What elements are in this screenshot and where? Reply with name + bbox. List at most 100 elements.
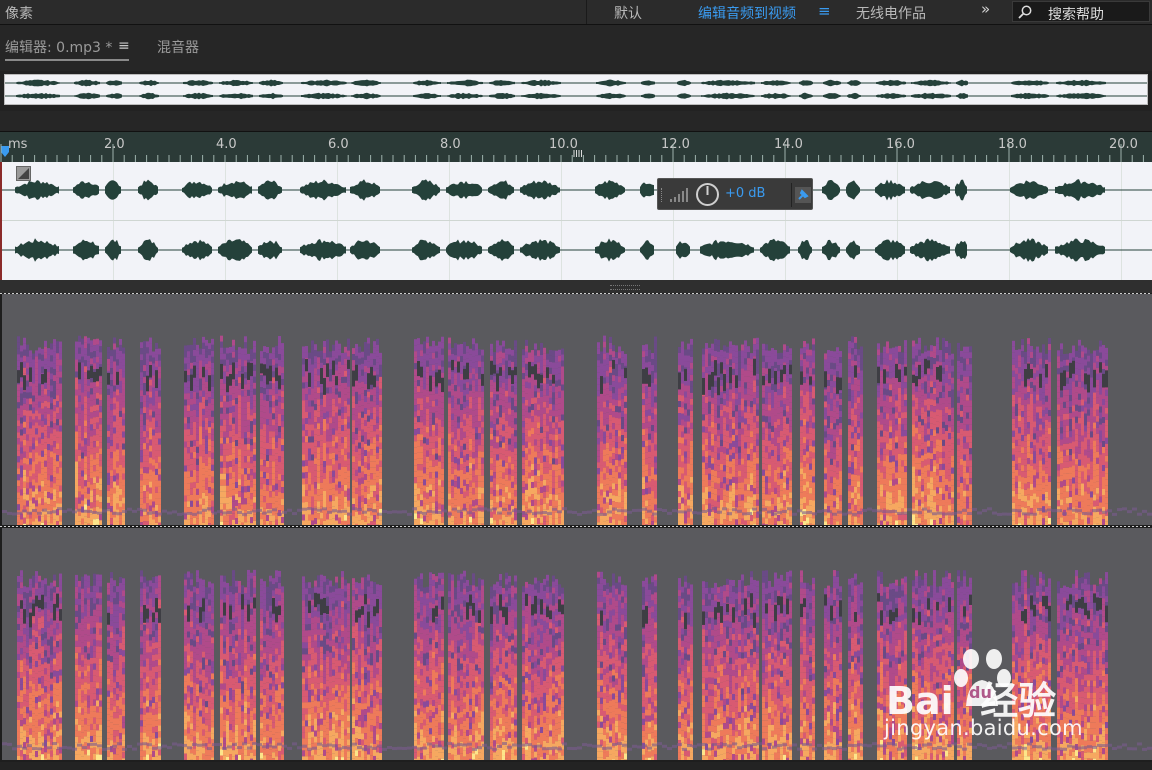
spectrogram-cell bbox=[220, 401, 223, 408]
spectrogram-cell bbox=[525, 393, 528, 400]
clip-indicator-icon[interactable] bbox=[16, 166, 31, 181]
spectrogram-cell bbox=[241, 468, 244, 475]
spectrogram-cell bbox=[478, 349, 481, 356]
spectrogram-cell bbox=[329, 453, 332, 460]
spectrogram-cell bbox=[438, 341, 441, 348]
spectrogram-cell bbox=[558, 349, 561, 356]
spectrogram-cell bbox=[540, 414, 543, 421]
spectrogram-cell bbox=[531, 518, 534, 525]
workspace-menu-icon[interactable]: ≡ bbox=[818, 2, 831, 20]
spectrogram-cell bbox=[140, 462, 143, 469]
spectrogram-cell bbox=[93, 465, 96, 472]
tab-menu-icon[interactable]: ≡ bbox=[118, 38, 130, 54]
spectrogram-cell bbox=[525, 483, 528, 490]
spectrogram-cell bbox=[323, 514, 326, 521]
spectrogram-cell bbox=[417, 446, 420, 453]
spectrogram-cell bbox=[438, 473, 441, 480]
spectrogram-cell bbox=[317, 441, 320, 448]
double-chevron-right-icon[interactable]: » bbox=[981, 0, 990, 18]
spectrogram-cell bbox=[475, 475, 478, 482]
spectrogram-cell bbox=[558, 481, 561, 488]
spectrogram-cell bbox=[429, 466, 432, 473]
spectrogram-cell bbox=[540, 450, 543, 457]
spectrogram-cell bbox=[140, 372, 143, 379]
spectrogram-cell bbox=[534, 421, 537, 428]
spectrogram-cell bbox=[379, 436, 382, 443]
spectrogram-cell bbox=[311, 442, 314, 449]
spectrogram-cell bbox=[59, 461, 62, 468]
search-help-input[interactable]: 搜索帮助 bbox=[1012, 1, 1150, 23]
spectrogram-cell bbox=[326, 513, 329, 520]
spectrogram-cell bbox=[260, 501, 263, 508]
spectrogram-cell bbox=[612, 351, 615, 358]
overview-waveform[interactable] bbox=[4, 74, 1148, 105]
gain-value[interactable]: +0 dB bbox=[725, 186, 765, 201]
tab-mixer[interactable]: 混音器 bbox=[157, 37, 199, 57]
spectrogram-cell bbox=[38, 437, 41, 444]
spectrogram-cell bbox=[423, 365, 426, 372]
spectrogram-cell bbox=[609, 456, 612, 463]
spectrogram-cell bbox=[624, 515, 627, 522]
spectrogram-cell bbox=[546, 383, 549, 390]
spectrogram-cell bbox=[81, 512, 84, 519]
resize-grip-icon[interactable] bbox=[610, 285, 640, 290]
spectrogram-cell bbox=[155, 480, 158, 487]
spectrogram-cell bbox=[226, 449, 229, 456]
power-icon[interactable] bbox=[695, 182, 720, 207]
spectrogram-cell bbox=[367, 391, 370, 398]
spectrogram-cell bbox=[260, 489, 263, 496]
spectrogram-cell bbox=[23, 481, 26, 488]
waveform-segment bbox=[520, 180, 560, 200]
workspace-default-tab[interactable]: 默认 bbox=[614, 3, 642, 23]
spectrogram-cell bbox=[543, 353, 546, 360]
overview-waveform-graphic bbox=[5, 79, 1147, 100]
spectrogram-cell bbox=[205, 477, 208, 484]
spectrogram-cell bbox=[481, 463, 484, 470]
workspace-radio-production-tab[interactable]: 无线电作品 bbox=[856, 3, 926, 23]
spectrogram-cell bbox=[414, 387, 417, 394]
spectrogram-cell bbox=[426, 438, 429, 445]
spectrogram-cell bbox=[272, 491, 275, 498]
spectrogram-cell bbox=[347, 344, 350, 351]
time-ruler[interactable]: ms 2.0 4.0 6.0 8.0 10.0 12.0 14.0 16.0 1… bbox=[0, 131, 1152, 163]
spectrogram-cell bbox=[435, 435, 438, 442]
spectrogram-cell bbox=[609, 354, 612, 361]
pin-icon[interactable] bbox=[795, 187, 811, 203]
spectrogram-cell bbox=[226, 347, 229, 354]
spectrogram-cell bbox=[323, 418, 326, 425]
spectrogram-cell bbox=[32, 389, 35, 396]
zoom-grip-icon[interactable] bbox=[573, 149, 583, 158]
spectrogram-cell bbox=[466, 424, 469, 431]
spectrogram-cell bbox=[367, 367, 370, 374]
hud-grip[interactable] bbox=[661, 188, 665, 202]
panel-resize-divider[interactable] bbox=[0, 280, 1152, 293]
waveform-display[interactable] bbox=[0, 162, 1152, 280]
spectrogram-cell bbox=[81, 386, 84, 393]
spectrogram-cell bbox=[241, 354, 244, 361]
spectrogram-cell bbox=[208, 355, 211, 362]
spectrogram-cell bbox=[17, 370, 20, 383]
gain-hud[interactable]: +0 dB bbox=[657, 178, 813, 210]
spectrogram-cell bbox=[528, 424, 531, 431]
spectrogram-cell bbox=[211, 428, 214, 435]
spectral-display-left-channel[interactable] bbox=[2, 294, 1152, 525]
workspace-edit-audio-to-video-tab[interactable]: 编辑音频到视频 bbox=[698, 3, 796, 23]
spectrogram-cell bbox=[220, 473, 223, 480]
spectrogram-cell bbox=[253, 400, 256, 407]
spectrogram-cell bbox=[190, 422, 193, 429]
tab-editor[interactable]: 编辑器: 0.mp3 * bbox=[5, 37, 112, 57]
spectrogram-cell bbox=[143, 371, 146, 378]
spectrogram-cell bbox=[247, 491, 250, 498]
spectrogram-cell bbox=[272, 365, 275, 372]
spectrogram-cell bbox=[78, 419, 81, 426]
spectrogram-cell bbox=[373, 515, 376, 522]
spectrogram-cell bbox=[364, 390, 367, 397]
spectrogram-cell bbox=[338, 367, 341, 374]
spectrogram-cell bbox=[302, 514, 305, 521]
spectrogram-cell bbox=[199, 360, 202, 367]
spectrogram-cell bbox=[35, 428, 38, 435]
spectrogram-cell bbox=[320, 404, 323, 411]
spectrogram-cell bbox=[87, 355, 90, 362]
spectrogram-cell bbox=[305, 454, 308, 461]
spectrogram-cell bbox=[26, 470, 29, 477]
